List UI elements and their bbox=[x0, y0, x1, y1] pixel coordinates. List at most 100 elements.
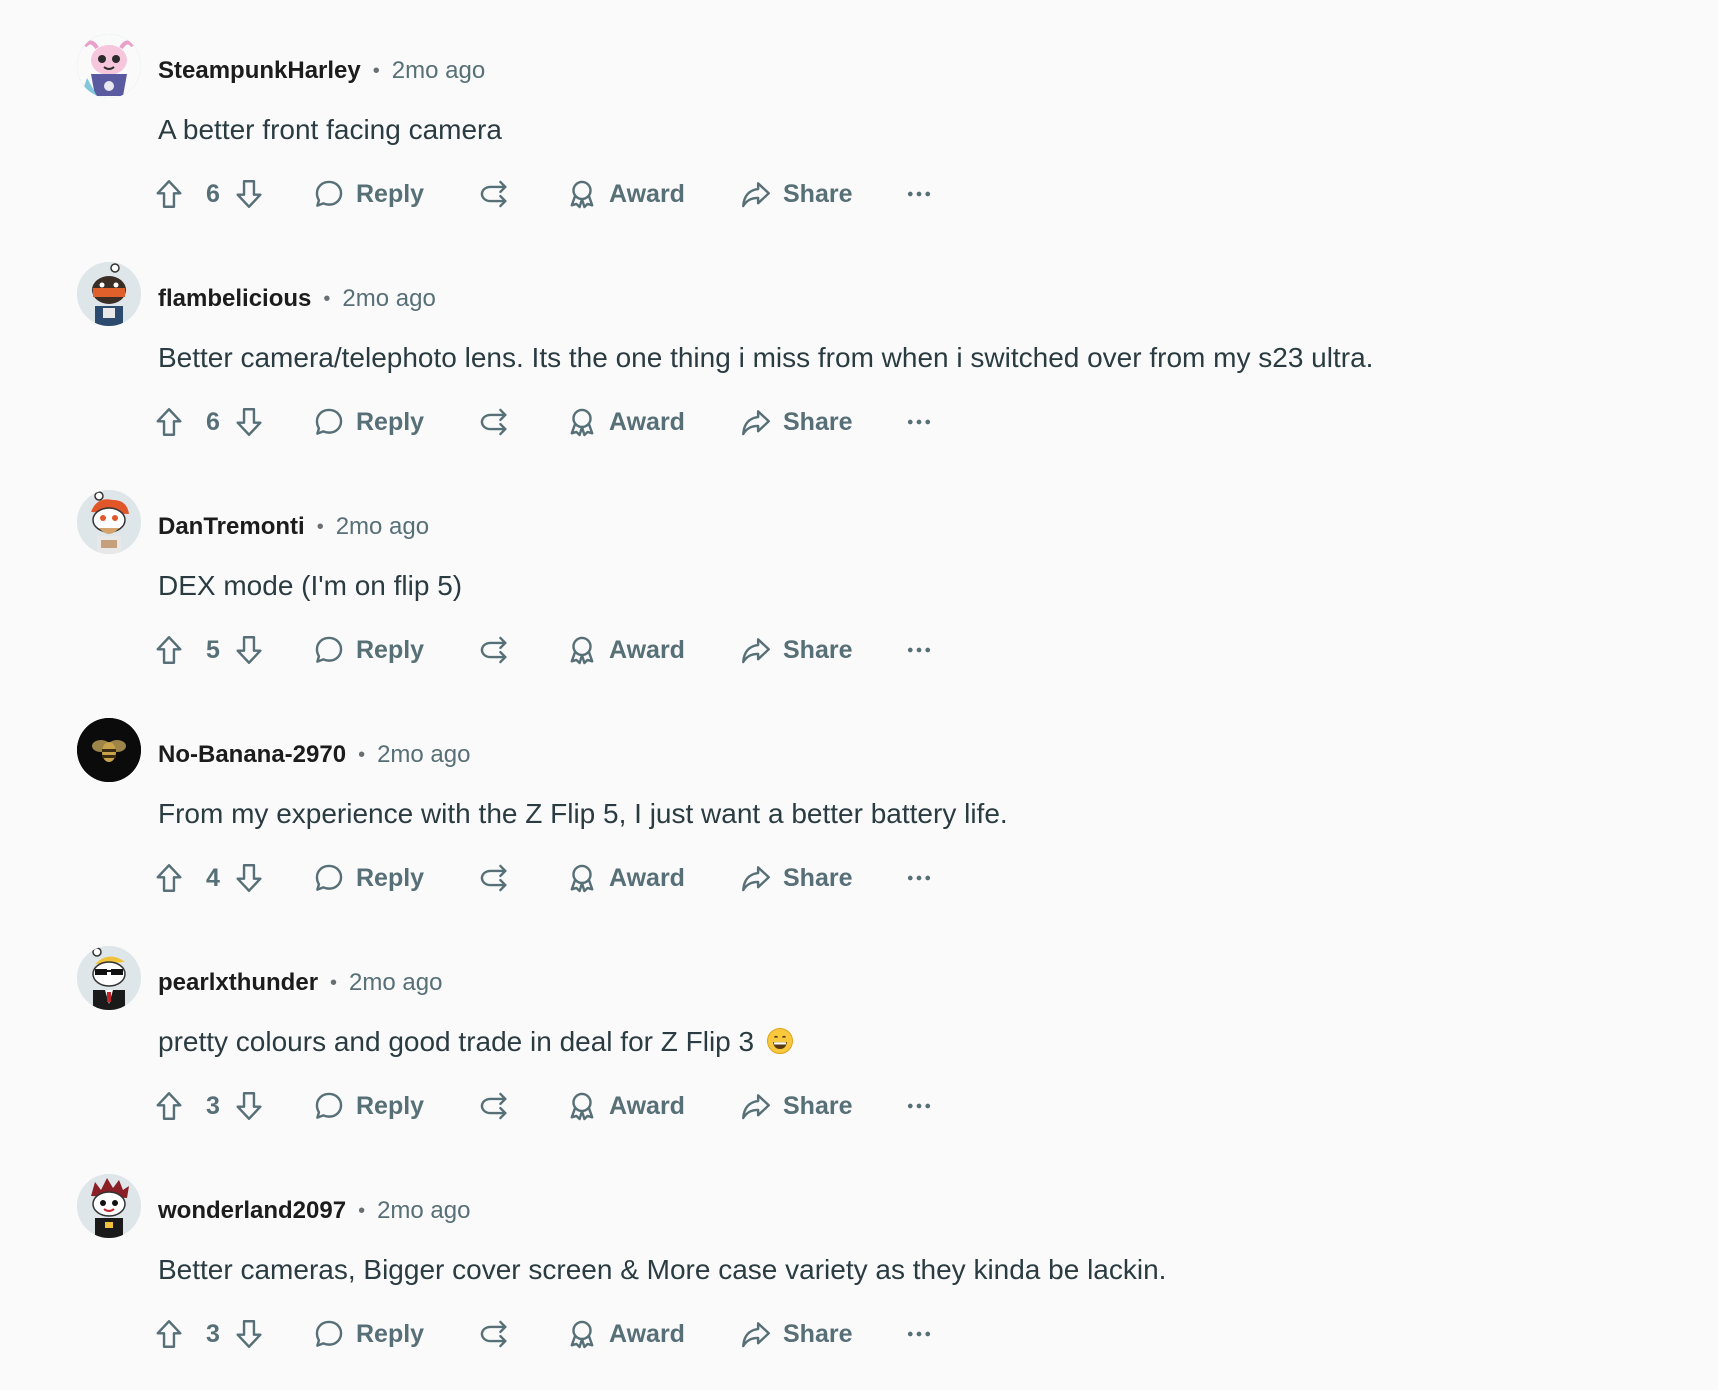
award-button[interactable]: Award bbox=[565, 398, 685, 446]
timestamp[interactable]: 2mo ago bbox=[336, 513, 429, 541]
share-button[interactable]: Share bbox=[739, 170, 852, 218]
award-icon bbox=[570, 864, 594, 893]
more-options-button[interactable] bbox=[904, 170, 934, 218]
award-button[interactable]: Award bbox=[565, 854, 685, 902]
upvote-button[interactable] bbox=[152, 854, 186, 902]
username-link[interactable]: flambelicious bbox=[158, 285, 311, 313]
vote-count: 3 bbox=[206, 1092, 220, 1120]
upvote-icon bbox=[156, 408, 182, 436]
snoo-spiky-hair-avatar-icon[interactable] bbox=[77, 1174, 141, 1238]
comment-text: Better cameras, Bigger cover screen & Mo… bbox=[158, 1254, 1167, 1285]
comment-body: A better front facing camera bbox=[158, 114, 502, 146]
share-button[interactable]: Share bbox=[739, 1082, 852, 1130]
comment: DanTremonti • 2mo ago DEX mode (I'm on f… bbox=[0, 456, 1718, 684]
axolotl-avatar-icon[interactable] bbox=[77, 34, 141, 98]
comment: flambelicious • 2mo ago Better camera/te… bbox=[0, 228, 1718, 456]
bee-avatar-icon[interactable] bbox=[77, 718, 141, 782]
snoo-masked-avatar-icon[interactable] bbox=[77, 262, 141, 326]
share-button[interactable]: Share bbox=[739, 854, 852, 902]
upvote-icon bbox=[156, 180, 182, 208]
downvote-button[interactable] bbox=[232, 1310, 266, 1358]
username-link[interactable]: wonderland2097 bbox=[158, 1197, 346, 1225]
username-link[interactable]: SteampunkHarley bbox=[158, 57, 361, 85]
downvote-button[interactable] bbox=[232, 1082, 266, 1130]
more-options-button[interactable] bbox=[904, 854, 934, 902]
meta-separator: • bbox=[323, 287, 331, 310]
reply-button[interactable]: Reply bbox=[312, 1310, 424, 1358]
reply-button[interactable]: Reply bbox=[312, 1082, 424, 1130]
reply-button[interactable]: Reply bbox=[312, 854, 424, 902]
chat-bubble-icon bbox=[315, 864, 343, 891]
comment-meta: wonderland2097 • 2mo ago bbox=[158, 1194, 470, 1228]
more-options-icon bbox=[907, 419, 931, 425]
reply-button[interactable]: Reply bbox=[312, 170, 424, 218]
vote-count: 6 bbox=[206, 180, 220, 208]
award-label: Award bbox=[609, 179, 685, 208]
more-options-button[interactable] bbox=[904, 626, 934, 674]
award-icon bbox=[570, 1320, 594, 1349]
share-button[interactable]: Share bbox=[739, 626, 852, 674]
crosspost-button[interactable] bbox=[477, 854, 511, 902]
comment-actions: 6 Reply Award Share bbox=[152, 170, 952, 218]
vote-count: 3 bbox=[206, 1320, 220, 1348]
username-link[interactable]: DanTremonti bbox=[158, 513, 305, 541]
downvote-button[interactable] bbox=[232, 626, 266, 674]
downvote-button[interactable] bbox=[232, 170, 266, 218]
meta-separator: • bbox=[372, 59, 380, 82]
timestamp[interactable]: 2mo ago bbox=[349, 969, 442, 997]
upvote-button[interactable] bbox=[152, 626, 186, 674]
share-button[interactable]: Share bbox=[739, 1310, 852, 1358]
share-icon bbox=[742, 182, 770, 208]
more-options-icon bbox=[907, 647, 931, 653]
crosspost-button[interactable] bbox=[477, 398, 511, 446]
timestamp[interactable]: 2mo ago bbox=[342, 285, 435, 313]
upvote-button[interactable] bbox=[152, 1082, 186, 1130]
award-label: Award bbox=[609, 863, 685, 892]
comment: pearlxthunder • 2mo ago pretty colours a… bbox=[0, 912, 1718, 1140]
award-button[interactable]: Award bbox=[565, 170, 685, 218]
upvote-button[interactable] bbox=[152, 1310, 186, 1358]
comment-text: A better front facing camera bbox=[158, 114, 502, 145]
upvote-icon bbox=[156, 1092, 182, 1120]
downvote-button[interactable] bbox=[232, 854, 266, 902]
username-link[interactable]: pearlxthunder bbox=[158, 969, 318, 997]
meta-separator: • bbox=[316, 515, 324, 538]
crosspost-button[interactable] bbox=[477, 626, 511, 674]
comment-body: From my experience with the Z Flip 5, I … bbox=[158, 798, 1008, 830]
downvote-icon bbox=[236, 1092, 262, 1120]
award-button[interactable]: Award bbox=[565, 626, 685, 674]
reply-button[interactable]: Reply bbox=[312, 626, 424, 674]
snoo-sunglasses-avatar-icon[interactable] bbox=[77, 946, 141, 1010]
comment-body: Better cameras, Bigger cover screen & Mo… bbox=[158, 1254, 1166, 1286]
award-icon bbox=[570, 408, 594, 437]
crosspost-button[interactable] bbox=[477, 1082, 511, 1130]
downvote-icon bbox=[236, 1320, 262, 1348]
comment-actions: 5 Reply Award Share bbox=[152, 626, 952, 674]
timestamp[interactable]: 2mo ago bbox=[377, 1197, 470, 1225]
meta-separator: • bbox=[330, 971, 338, 994]
username-link[interactable]: No-Banana-2970 bbox=[158, 741, 346, 769]
snoo-redhair-avatar-icon[interactable] bbox=[77, 490, 141, 554]
reply-button[interactable]: Reply bbox=[312, 398, 424, 446]
more-options-icon bbox=[907, 1331, 931, 1337]
more-options-button[interactable] bbox=[904, 1310, 934, 1358]
upvote-button[interactable] bbox=[152, 398, 186, 446]
grinning-face-icon bbox=[766, 1027, 794, 1055]
timestamp[interactable]: 2mo ago bbox=[392, 57, 485, 85]
upvote-button[interactable] bbox=[152, 170, 186, 218]
timestamp[interactable]: 2mo ago bbox=[377, 741, 470, 769]
award-button[interactable]: Award bbox=[565, 1082, 685, 1130]
more-options-button[interactable] bbox=[904, 398, 934, 446]
award-button[interactable]: Award bbox=[565, 1310, 685, 1358]
crosspost-button[interactable] bbox=[477, 170, 511, 218]
award-label: Award bbox=[609, 1319, 685, 1348]
crosspost-button[interactable] bbox=[477, 1310, 511, 1358]
share-label: Share bbox=[783, 635, 853, 664]
award-label: Award bbox=[609, 407, 685, 436]
share-icon bbox=[742, 1322, 770, 1348]
downvote-button[interactable] bbox=[232, 398, 266, 446]
share-icon bbox=[742, 1094, 770, 1120]
comment: SteampunkHarley • 2mo ago A better front… bbox=[0, 0, 1718, 228]
share-button[interactable]: Share bbox=[739, 398, 852, 446]
more-options-button[interactable] bbox=[904, 1082, 934, 1130]
